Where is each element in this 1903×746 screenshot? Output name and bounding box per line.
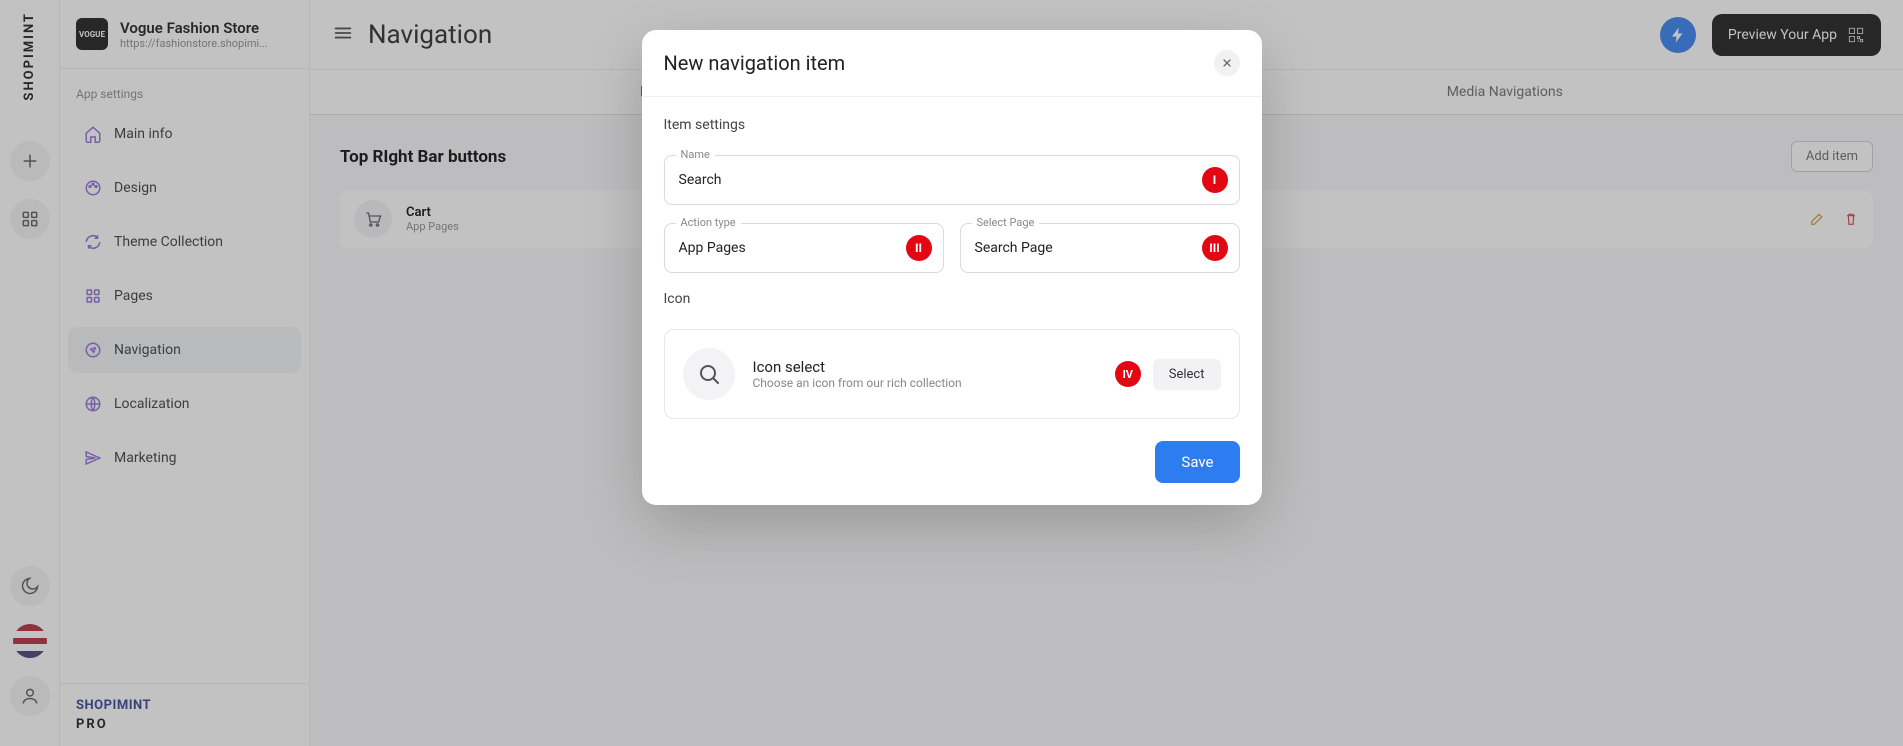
select-page-label: Select Page: [972, 216, 1040, 229]
icon-select-button[interactable]: Select: [1153, 359, 1221, 390]
name-field: Name I: [664, 155, 1240, 205]
icon-select-sub: Choose an icon from our rich collection: [753, 376, 962, 390]
modal-title: New navigation item: [664, 51, 846, 75]
icon-select-card: Icon select Choose an icon from our rich…: [664, 329, 1240, 419]
name-label: Name: [676, 148, 715, 161]
icon-heading: Icon: [664, 291, 1240, 307]
name-input[interactable]: [664, 155, 1240, 205]
action-type-value: App Pages: [679, 240, 746, 256]
action-type-label: Action type: [676, 216, 741, 229]
item-settings-label: Item settings: [664, 117, 1240, 133]
modal-close-button[interactable]: [1214, 50, 1240, 76]
icon-preview: [683, 348, 735, 400]
search-icon: [697, 362, 721, 386]
step-badge-4: IV: [1115, 361, 1141, 387]
step-badge-1: I: [1202, 167, 1228, 193]
save-button[interactable]: Save: [1155, 441, 1239, 483]
action-type-select[interactable]: App Pages: [664, 223, 944, 273]
close-icon: [1221, 57, 1233, 69]
modal: New navigation item Item settings Name I…: [642, 30, 1262, 505]
select-page-select[interactable]: Search Page: [960, 223, 1240, 273]
action-type-field: Action type App Pages II: [664, 223, 944, 273]
step-badge-2: II: [906, 235, 932, 261]
step-badge-3: III: [1202, 235, 1228, 261]
select-page-value: Search Page: [975, 240, 1053, 256]
icon-select-title: Icon select: [753, 358, 962, 376]
modal-scrim: New navigation item Item settings Name I…: [0, 0, 1903, 746]
select-page-field: Select Page Search Page III: [960, 223, 1240, 273]
